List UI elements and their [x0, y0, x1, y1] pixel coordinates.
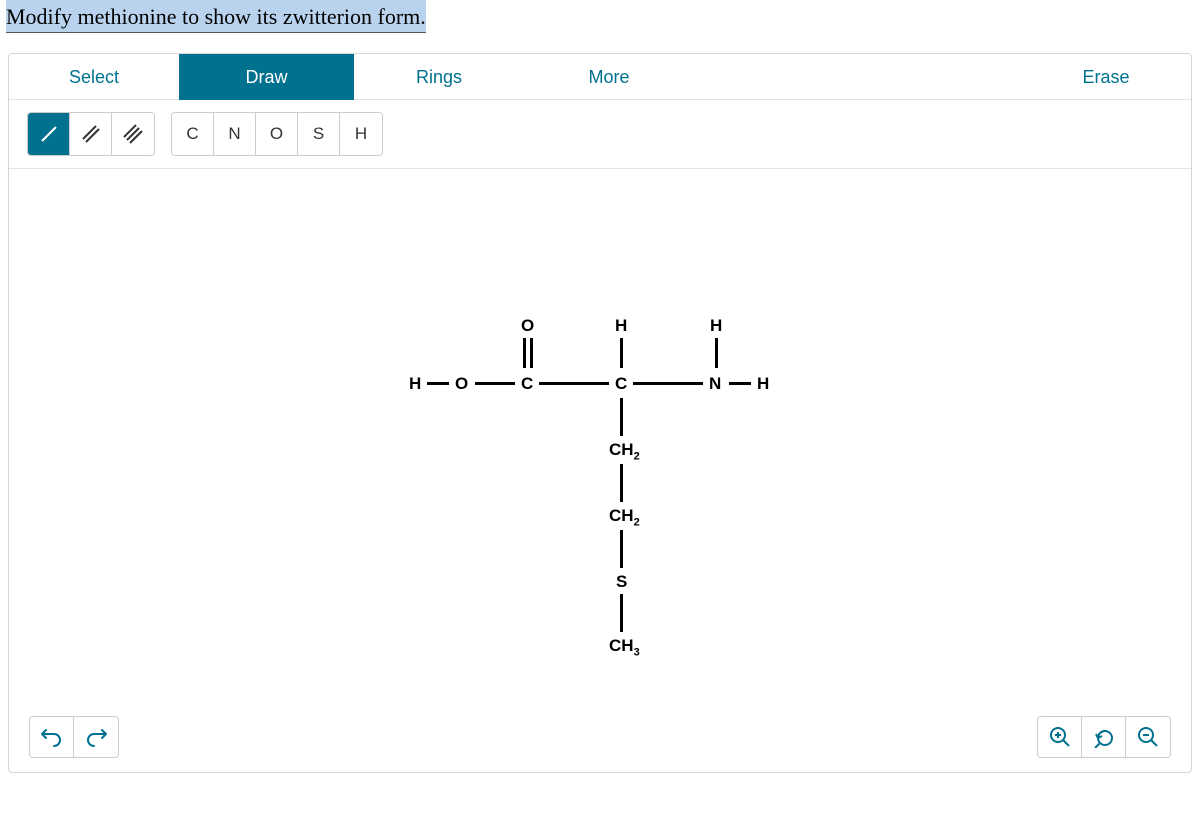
atom-h-n-top: H: [710, 316, 722, 336]
tab-draw[interactable]: Draw: [179, 54, 354, 100]
atom-c-alpha: C: [615, 374, 627, 394]
undo-button[interactable]: [30, 717, 74, 757]
atom-h-hydroxyl: H: [409, 374, 421, 394]
bond-double: [530, 338, 533, 368]
editor-frame: Select Draw Rings More Erase C N O S H: [8, 53, 1192, 773]
zoom-in-icon: [1049, 726, 1071, 748]
atom-c-carboxyl: C: [521, 374, 533, 394]
tab-erase[interactable]: Erase: [1021, 54, 1191, 100]
canvas-area[interactable]: H O C C N H O H H CH2: [9, 172, 1191, 772]
question-text: Modify methionine to show its zwitterion…: [6, 0, 426, 33]
bond: [620, 594, 623, 632]
bond: [620, 464, 623, 502]
zoom-out-icon: [1137, 726, 1159, 748]
atom-h-alpha: H: [615, 316, 627, 336]
atom-s-button[interactable]: S: [298, 113, 340, 155]
zoom-in-button[interactable]: [1038, 717, 1082, 757]
atom-o-hydroxyl: O: [455, 374, 468, 394]
bond: [475, 382, 515, 385]
bond-double: [523, 338, 526, 368]
undo-icon: [41, 727, 63, 747]
bond: [715, 338, 718, 368]
bond-group: [27, 112, 155, 156]
history-controls: [29, 716, 119, 758]
sub-toolbar: C N O S H: [9, 100, 1191, 169]
bond: [427, 382, 449, 385]
redo-icon: [85, 727, 107, 747]
atom-ch2-2: CH2: [609, 506, 640, 528]
atom-c-button[interactable]: C: [172, 113, 214, 155]
bond: [539, 382, 609, 385]
atom-s: S: [616, 572, 627, 592]
atom-n: N: [709, 374, 721, 394]
bond: [633, 382, 703, 385]
zoom-reset-button[interactable]: [1082, 717, 1126, 757]
zoom-out-button[interactable]: [1126, 717, 1170, 757]
bond: [620, 398, 623, 436]
atom-o-carbonyl: O: [521, 316, 534, 336]
bond: [620, 338, 623, 368]
bond-single-button[interactable]: [28, 113, 70, 155]
atom-o-button[interactable]: O: [256, 113, 298, 155]
redo-button[interactable]: [74, 717, 118, 757]
top-tabs: Select Draw Rings More Erase: [9, 54, 1191, 100]
atom-h-button[interactable]: H: [340, 113, 382, 155]
atom-group: C N O S H: [171, 112, 383, 156]
zoom-reset-icon: [1093, 726, 1115, 748]
atom-ch3: CH3: [609, 636, 640, 658]
zoom-controls: [1037, 716, 1171, 758]
atom-n-button[interactable]: N: [214, 113, 256, 155]
bond: [620, 530, 623, 568]
bond-double-button[interactable]: [70, 113, 112, 155]
bond: [729, 382, 751, 385]
tab-rings[interactable]: Rings: [354, 54, 524, 100]
bond-triple-button[interactable]: [112, 113, 154, 155]
tab-spacer: [694, 54, 1021, 99]
tab-more[interactable]: More: [524, 54, 694, 100]
atom-h-n-right: H: [757, 374, 769, 394]
tab-select[interactable]: Select: [9, 54, 179, 100]
atom-ch2-1: CH2: [609, 440, 640, 462]
